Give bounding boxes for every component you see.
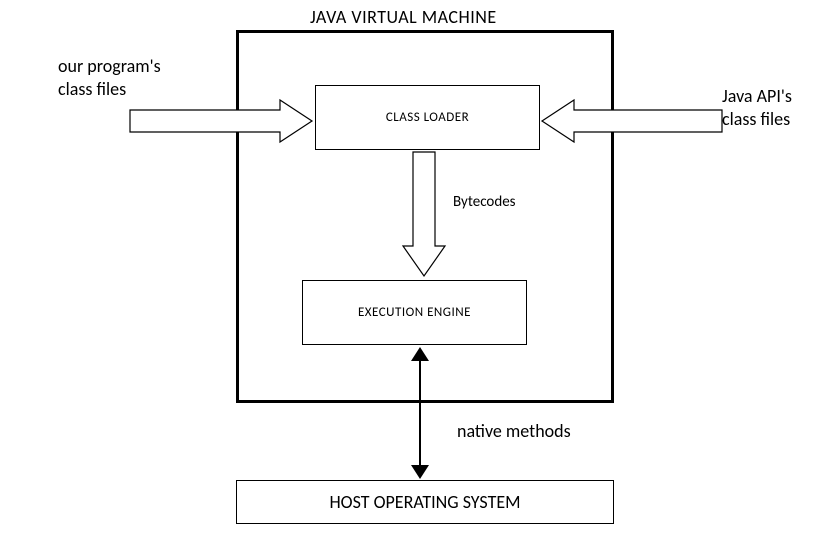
host-os-label: HOST OPERATING SYSTEM [329,491,520,513]
host-os-box: HOST OPERATING SYSTEM [236,480,614,524]
jvm-title: JAVA VIRTUAL MACHINE [310,6,497,28]
left-input-line2: class files [58,78,126,100]
execution-engine-label: EXECUTION ENGINE [358,305,471,320]
arrow-left-icon [130,100,315,142]
diagram-canvas: JAVA VIRTUAL MACHINE CLASS LOADER EXECUT… [0,0,819,539]
arrow-down-icon [403,152,445,278]
bytecodes-label: Bytecodes [453,193,516,211]
right-input-line1: Java API's [722,85,792,107]
left-input-line1: our program's [58,55,161,77]
execution-engine-box: EXECUTION ENGINE [302,280,527,345]
right-input-label: Java API's class files [722,85,792,130]
arrow-right-icon [542,100,722,142]
arrow-double-icon [405,347,435,479]
class-loader-box: CLASS LOADER [315,85,540,150]
left-input-label: our program's class files [58,55,161,100]
native-methods-label: native methods [457,420,571,442]
right-input-line2: class files [722,108,790,130]
class-loader-label: CLASS LOADER [386,110,469,125]
